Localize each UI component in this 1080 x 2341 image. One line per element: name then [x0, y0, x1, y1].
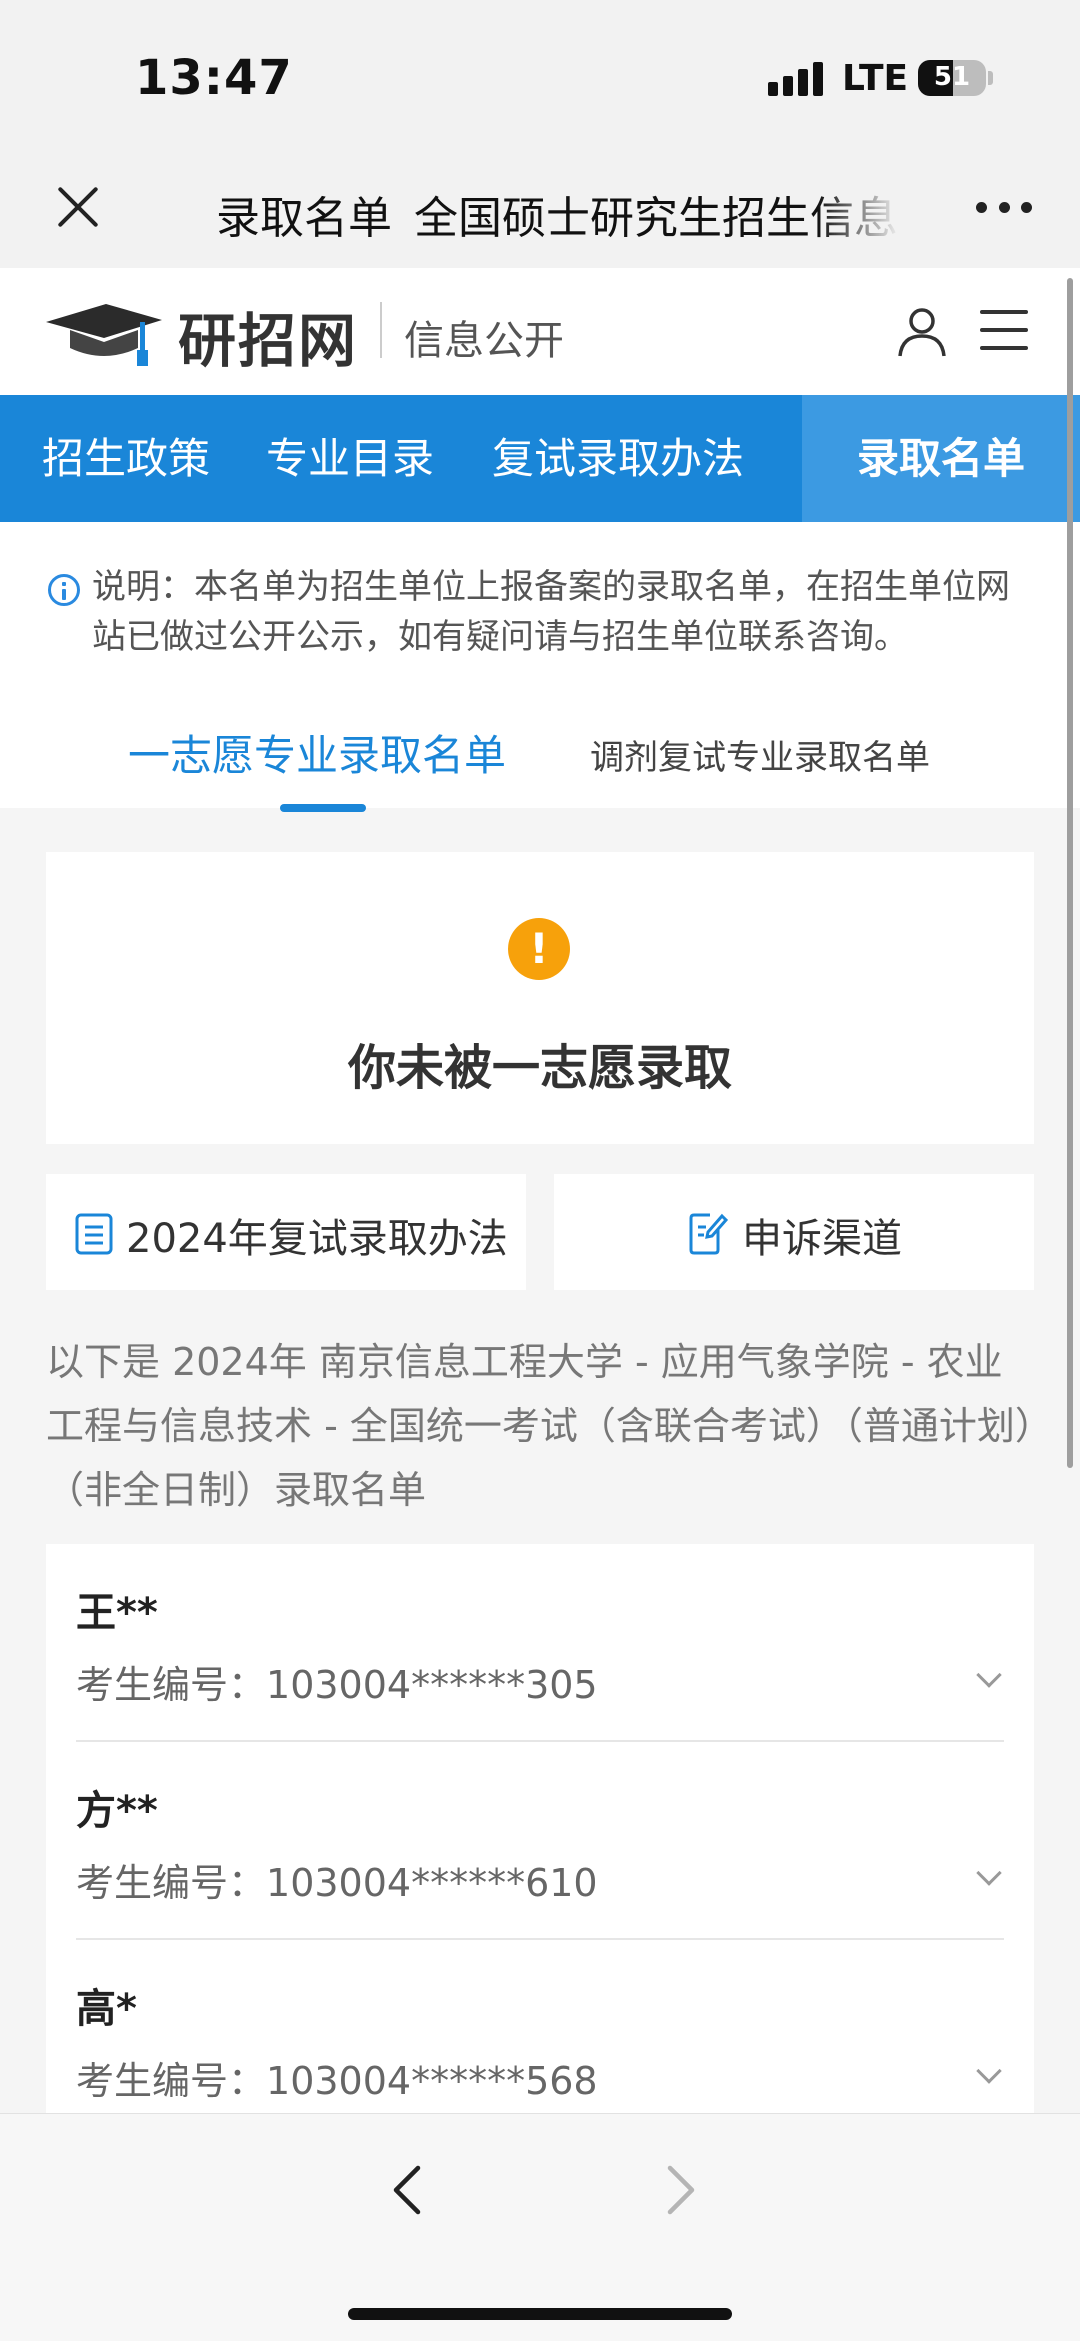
tab-adjustment[interactable]: 调剂复试专业录取名单 [590, 730, 930, 779]
battery-tip [988, 71, 993, 85]
result-message: 你未被一志愿录取 [347, 1040, 732, 1096]
list-description: 以下是 2024年 南京信息工程大学 - 应用气象学院 - 农业工程与信息技术 … [46, 1340, 1034, 1512]
info-icon [48, 574, 80, 606]
graduation-cap-icon [46, 304, 162, 366]
scrollbar[interactable] [1067, 278, 1073, 1468]
candidate-id: 考生编号：103004******610 [76, 1861, 598, 1905]
page-title: 录取名单_全国硕士研究生招生信息公开平台 [216, 193, 900, 238]
user-icon[interactable] [896, 306, 948, 358]
edit-document-icon [689, 1213, 728, 1255]
logo-divider [380, 302, 382, 358]
chevron-down-icon[interactable] [976, 1662, 1002, 1688]
notice-text: 说明：本名单为招生单位上报备案的录取名单，在招生单位网站已做过公开公示，如有疑问… [92, 567, 1010, 657]
nav-item-catalog[interactable]: 专业目录 [266, 395, 434, 522]
site-header: 研招网 信息公开 [0, 268, 1080, 395]
tab-first-choice[interactable]: 一志愿专业录取名单 [128, 722, 506, 783]
screen: 13:47 LTE 51 录取名单_全国硕士研究生招生信息公开平台 [0, 0, 1080, 2341]
result-card: ! 你未被一志愿录取 [46, 852, 1034, 1144]
candidate-name: 王** [76, 1590, 158, 1636]
hamburger-menu-icon[interactable] [980, 310, 1028, 350]
site-subtitle: 信息公开 [404, 318, 564, 364]
list-item[interactable]: 方** 考生编号：103004******610 [76, 1742, 1004, 1940]
warning-icon: ! [508, 918, 570, 980]
active-tab-indicator [280, 804, 366, 812]
candidate-name: 高* [76, 1986, 137, 2032]
candidate-id: 考生编号：103004******305 [76, 1663, 598, 1707]
status-time: 13:47 [135, 50, 293, 106]
candidate-id: 考生编号：103004******568 [76, 2059, 598, 2103]
home-indicator[interactable] [348, 2308, 732, 2320]
nav-item-policy[interactable]: 招生政策 [42, 395, 210, 522]
candidate-name: 方** [76, 1788, 158, 1834]
retest-rules-label: 2024年复试录取办法 [126, 1216, 508, 1262]
main-nav: 招生政策 专业目录 复试录取办法 录取名单 [0, 395, 1080, 522]
battery-level: 51 [933, 62, 971, 92]
admission-list: 王** 考生编号：103004******305 方** 考生编号：103004… [46, 1544, 1034, 2113]
browser-title-bar: 录取名单_全国硕士研究生招生信息公开平台 [0, 150, 1080, 268]
status-bar: 13:47 LTE 51 [0, 0, 1080, 150]
cellular-signal-icon [768, 60, 824, 96]
retest-rules-button[interactable]: 2024年复试录取办法 [46, 1174, 526, 1290]
battery-icon: 51 [918, 60, 986, 96]
document-list-icon [75, 1213, 113, 1255]
network-type: LTE [842, 58, 909, 99]
appeal-channel-button[interactable]: 申诉渠道 [554, 1174, 1034, 1290]
notice-section: 说明：本名单为招生单位上报备案的录取名单，在招生单位网站已做过公开公示，如有疑问… [0, 522, 1080, 808]
chevron-down-icon[interactable] [976, 2058, 1002, 2084]
chevron-right-icon[interactable] [648, 2160, 708, 2220]
browser-toolbar [0, 2113, 1080, 2341]
chevron-down-icon[interactable] [976, 1860, 1002, 1886]
appeal-channel-label: 申诉渠道 [742, 1216, 902, 1262]
site-logo[interactable]: 研招网 [178, 294, 358, 378]
close-icon[interactable] [48, 178, 108, 238]
nav-item-admission-list[interactable]: 录取名单 [802, 395, 1080, 522]
more-dots-icon[interactable] [976, 202, 1032, 216]
web-content[interactable]: 研招网 信息公开 招生政策 专业目录 复试录取办法 录取名单 说明：本名单为招生… [0, 268, 1080, 2113]
nav-item-retest-rules[interactable]: 复试录取办法 [492, 395, 744, 522]
chevron-left-icon[interactable] [380, 2160, 440, 2220]
list-item[interactable]: 王** 考生编号：103004******305 [76, 1544, 1004, 1742]
list-item[interactable]: 高* 考生编号：103004******568 [76, 1940, 1004, 2113]
